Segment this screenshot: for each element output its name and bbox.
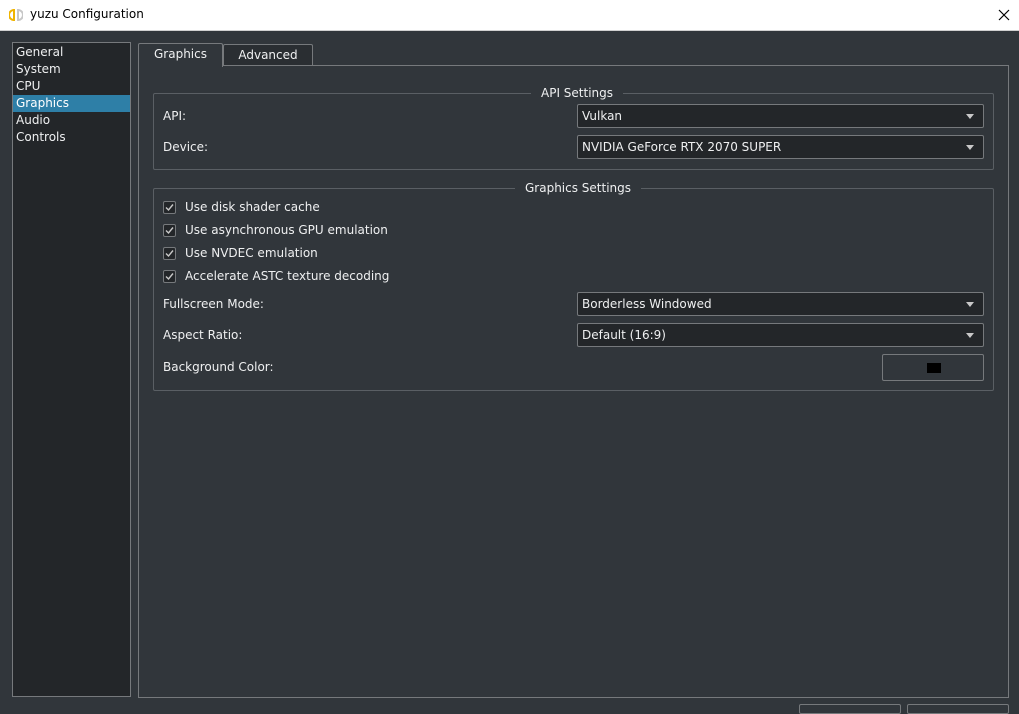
- device-value: NVIDIA GeForce RTX 2070 SUPER: [582, 140, 782, 154]
- title-bar: yuzu Configuration: [0, 0, 1019, 31]
- fullscreen-mode-dropdown[interactable]: Borderless Windowed: [577, 292, 984, 316]
- chevron-down-icon: [966, 333, 974, 338]
- ok-button[interactable]: [799, 704, 901, 714]
- category-list: General System CPU Graphics Audio Contro…: [12, 42, 131, 697]
- sidebar-item-system[interactable]: System: [13, 61, 130, 78]
- api-label: API:: [163, 109, 187, 123]
- color-swatch: [927, 363, 941, 373]
- window-title: yuzu Configuration: [30, 7, 144, 21]
- background-color-label: Background Color:: [163, 360, 274, 374]
- aspect-ratio-label: Aspect Ratio:: [163, 328, 243, 342]
- nvdec-label: Use NVDEC emulation: [185, 246, 318, 260]
- graphics-settings-title: Graphics Settings: [515, 181, 642, 195]
- fullscreen-mode-label: Fullscreen Mode:: [163, 297, 264, 311]
- chevron-down-icon: [966, 145, 974, 150]
- fullscreen-mode-value: Borderless Windowed: [582, 297, 712, 311]
- checkbox-checked[interactable]: [163, 270, 176, 283]
- checkmark-icon: [165, 273, 174, 281]
- close-icon: [998, 9, 1010, 21]
- tab-advanced[interactable]: Advanced: [223, 44, 313, 65]
- close-button[interactable]: [989, 0, 1019, 30]
- sidebar-item-controls[interactable]: Controls: [13, 129, 130, 146]
- checkmark-icon: [165, 227, 174, 235]
- astc-label: Accelerate ASTC texture decoding: [185, 269, 390, 283]
- cancel-button[interactable]: [907, 704, 1009, 714]
- chevron-down-icon: [966, 302, 974, 307]
- chevron-down-icon: [966, 114, 974, 119]
- checkbox-checked[interactable]: [163, 247, 176, 260]
- async-gpu-label: Use asynchronous GPU emulation: [185, 223, 388, 237]
- device-dropdown[interactable]: NVIDIA GeForce RTX 2070 SUPER: [577, 135, 984, 159]
- api-settings-title: API Settings: [531, 86, 624, 100]
- sidebar-item-graphics[interactable]: Graphics: [13, 95, 130, 112]
- disk-shader-cache-label: Use disk shader cache: [185, 200, 320, 214]
- checkmark-icon: [165, 250, 174, 258]
- api-value: Vulkan: [582, 109, 623, 123]
- device-label: Device:: [163, 140, 209, 154]
- checkmark-icon: [165, 204, 174, 212]
- yuzu-logo-icon: [8, 8, 24, 22]
- api-dropdown[interactable]: Vulkan: [577, 104, 984, 128]
- sidebar-item-audio[interactable]: Audio: [13, 112, 130, 129]
- checkbox-checked[interactable]: [163, 201, 176, 214]
- sidebar-item-general[interactable]: General: [13, 44, 130, 61]
- checkbox-checked[interactable]: [163, 224, 176, 237]
- background-color-button[interactable]: [882, 354, 984, 381]
- aspect-ratio-dropdown[interactable]: Default (16:9): [577, 323, 984, 347]
- aspect-ratio-value: Default (16:9): [582, 328, 666, 342]
- graphics-settings-group: Graphics Settings: [153, 181, 994, 391]
- sidebar-item-cpu[interactable]: CPU: [13, 78, 130, 95]
- tab-graphics[interactable]: Graphics: [138, 43, 223, 67]
